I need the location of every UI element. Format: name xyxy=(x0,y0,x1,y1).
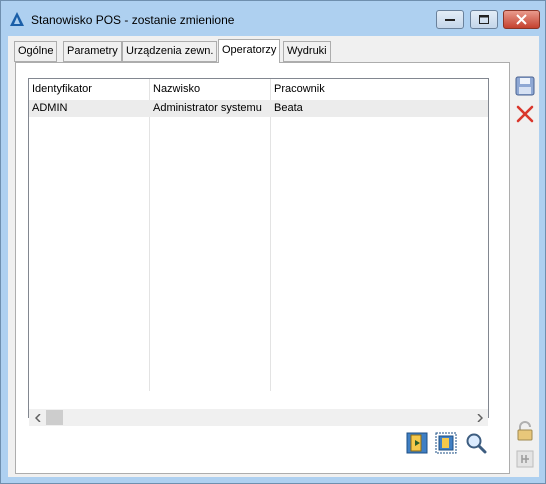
operators-table[interactable]: Identyfikator Nazwisko Pracownik ADMIN A… xyxy=(28,78,489,426)
select-all-button[interactable] xyxy=(434,431,458,455)
selection-icon xyxy=(435,432,457,454)
column-header-identyfikator[interactable]: Identyfikator xyxy=(29,79,150,99)
scrollbar-thumb[interactable] xyxy=(46,410,63,425)
column-header-pracownik[interactable]: Pracownik xyxy=(271,79,488,99)
save-button[interactable] xyxy=(513,74,537,98)
chevron-left-icon xyxy=(34,413,41,422)
app-logo-icon xyxy=(10,12,24,26)
close-x-icon xyxy=(516,105,534,123)
title-bar[interactable]: Stanowisko POS - zostanie zmienione xyxy=(1,1,545,35)
horizontal-scrollbar[interactable] xyxy=(29,409,488,426)
scroll-left-button[interactable] xyxy=(29,409,46,426)
tab-wydruki[interactable]: Wydruki xyxy=(283,41,331,62)
tab-operatorzy[interactable]: Operatorzy xyxy=(218,39,281,63)
save-floppy-icon xyxy=(515,76,535,96)
door-arrow-icon xyxy=(406,432,428,454)
magnifier-icon xyxy=(466,433,487,454)
maximize-button[interactable] xyxy=(470,10,498,29)
cancel-button[interactable] xyxy=(513,102,537,126)
tab-ogolne[interactable]: Ogólne xyxy=(14,41,58,62)
lock-button[interactable] xyxy=(513,419,537,443)
maximize-icon xyxy=(479,15,489,24)
column-header-nazwisko[interactable]: Nazwisko xyxy=(150,79,271,99)
cell-nazwisko: Administrator systemu xyxy=(153,102,262,114)
table-row[interactable]: ADMIN Administrator systemu Beata xyxy=(29,100,488,117)
tab-urzadzenia-zewn[interactable]: Urządzenia zewn. xyxy=(122,41,218,62)
minimize-icon xyxy=(445,18,455,21)
column-divider xyxy=(149,79,150,391)
window: Stanowisko POS - zostanie zmienione Ogól… xyxy=(0,0,546,484)
pin-button[interactable] xyxy=(513,447,537,471)
cell-pracownik: Beata xyxy=(274,102,303,114)
minimize-button[interactable] xyxy=(436,10,464,29)
chevron-right-icon xyxy=(476,413,483,422)
preview-button[interactable] xyxy=(464,431,488,455)
cell-identyfikator: ADMIN xyxy=(32,102,68,114)
window-title: Stanowisko POS - zostanie zmienione xyxy=(31,13,235,27)
select-operator-button[interactable] xyxy=(405,431,429,455)
close-icon xyxy=(516,14,527,25)
scroll-right-button[interactable] xyxy=(471,409,488,426)
window-client-area: Ogólne Parametry Urządzenia zewn. Operat… xyxy=(8,36,539,477)
operatorzy-tab-panel: Identyfikator Nazwisko Pracownik ADMIN A… xyxy=(15,62,510,474)
pushpin-icon xyxy=(516,450,534,468)
column-divider xyxy=(270,79,271,391)
tab-parametry[interactable]: Parametry xyxy=(63,41,122,62)
padlock-icon xyxy=(517,421,533,441)
close-button[interactable] xyxy=(503,10,540,29)
